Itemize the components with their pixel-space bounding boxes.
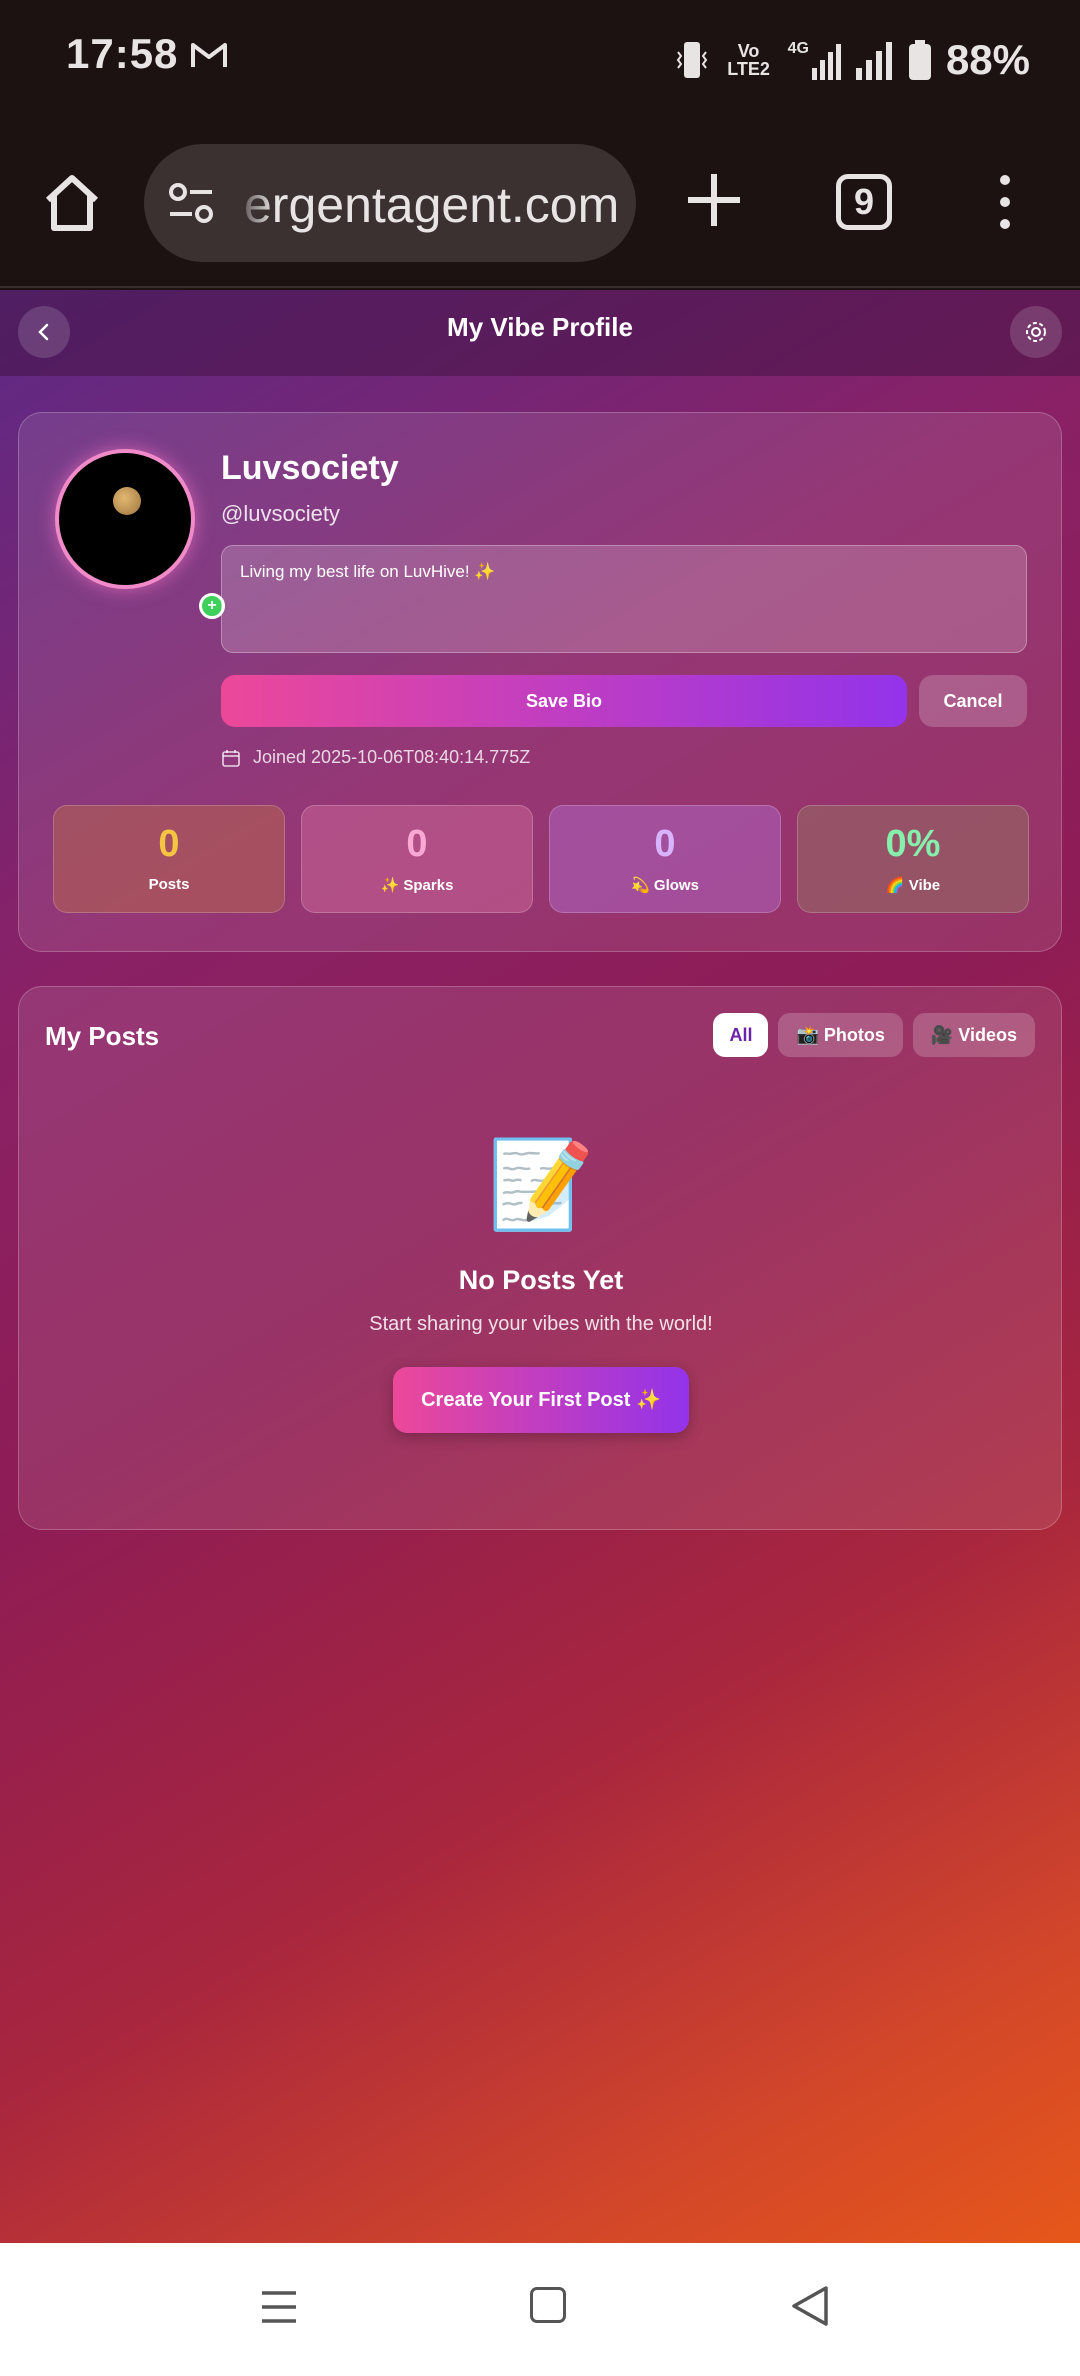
post-filters: All 📸 Photos 🎥 Videos (713, 1013, 1035, 1057)
gear-icon (1026, 322, 1046, 342)
tab-switcher-button[interactable]: 9 (836, 174, 892, 230)
stat-label: Posts (148, 876, 190, 893)
status-time: 17:58 (66, 30, 179, 77)
address-bar[interactable]: ergentagent.com (144, 144, 636, 262)
recent-apps-icon[interactable] (260, 2289, 298, 2325)
signal-icon-2 (855, 42, 892, 80)
signal-icon (811, 44, 841, 80)
empty-subtitle: Start sharing your vibes with the world! (369, 1313, 713, 1335)
save-bio-button[interactable]: Save Bio (221, 675, 907, 727)
home-icon[interactable] (40, 170, 104, 234)
stat-label: 💫 Glows (631, 877, 699, 894)
empty-title: No Posts Yet (458, 1265, 624, 1295)
overflow-menu-icon[interactable] (990, 170, 1020, 234)
create-first-post-button[interactable]: Create Your First Post ✨ (393, 1367, 689, 1433)
app-header: My Vibe Profile (0, 290, 1080, 376)
stat-value: 0% (885, 823, 941, 865)
network-4g-indicator: 4G (788, 40, 842, 80)
joined-date: Joined 2025-10-06T08:40:14.775Z (221, 747, 530, 768)
home-nav-icon[interactable] (530, 2287, 566, 2323)
stat-vibe: 0% 🌈 Vibe (797, 805, 1029, 913)
stat-value: 0 (654, 823, 676, 865)
battery-icon (908, 40, 931, 80)
profile-handle: @luvsociety (221, 501, 340, 526)
status-indicators: Vo LTE2 4G 88% (674, 32, 1030, 88)
stat-value: 0 (158, 823, 180, 865)
vibrate-icon (676, 42, 707, 78)
memo-icon: 📝 (487, 1137, 595, 1233)
stats-row: 0 Posts 0 ✨ Sparks 0 💫 Glows 0% 🌈 Vibe (53, 805, 1029, 913)
profile-name: Luvsociety (221, 449, 399, 487)
profile-card: + Luvsociety @luvsociety Living my best … (18, 412, 1062, 952)
posts-card: My Posts All 📸 Photos 🎥 Videos 📝 No Post… (18, 986, 1062, 1530)
stat-label: 🌈 Vibe (885, 877, 941, 894)
site-settings-icon[interactable] (168, 182, 214, 224)
gmail-icon (191, 43, 227, 67)
volte-indicator: Vo LTE2 (727, 41, 770, 79)
stat-value: 0 (406, 823, 428, 865)
filter-all[interactable]: All (713, 1013, 769, 1057)
page-title: My Vibe Profile (447, 312, 633, 342)
calendar-icon (222, 749, 240, 767)
filter-videos[interactable]: 🎥 Videos (912, 1013, 1035, 1057)
bio-input[interactable]: Living my best life on LuvHive! ✨ (221, 545, 1027, 653)
stat-sparks: 0 ✨ Sparks (301, 805, 533, 913)
settings-button[interactable] (1010, 306, 1062, 358)
stat-glows: 0 💫 Glows (549, 805, 781, 913)
status-bar: 17:58 Vo LTE2 4G 88% (0, 0, 1080, 118)
cancel-button[interactable]: Cancel (919, 675, 1027, 727)
stat-label: ✨ Sparks (380, 877, 454, 894)
moon-image (113, 487, 141, 515)
app-content: My Vibe Profile + Luvsociety @luvsociety… (0, 290, 1080, 2243)
stat-posts: 0 Posts (53, 805, 285, 913)
back-nav-icon[interactable] (790, 2285, 830, 2327)
filter-photos[interactable]: 📸 Photos (778, 1013, 903, 1057)
posts-title: My Posts (45, 1021, 160, 1051)
browser-toolbar: ergentagent.com 9 (0, 118, 1080, 288)
avatar[interactable]: + (55, 449, 225, 619)
new-tab-icon[interactable] (682, 168, 746, 232)
battery-level: 88% (945, 36, 1030, 83)
network-type: 4G (787, 40, 809, 57)
system-nav-bar (0, 2243, 1080, 2376)
url-text[interactable]: ergentagent.com (244, 176, 619, 234)
joined-text: Joined 2025-10-06T08:40:14.775Z (253, 747, 531, 767)
